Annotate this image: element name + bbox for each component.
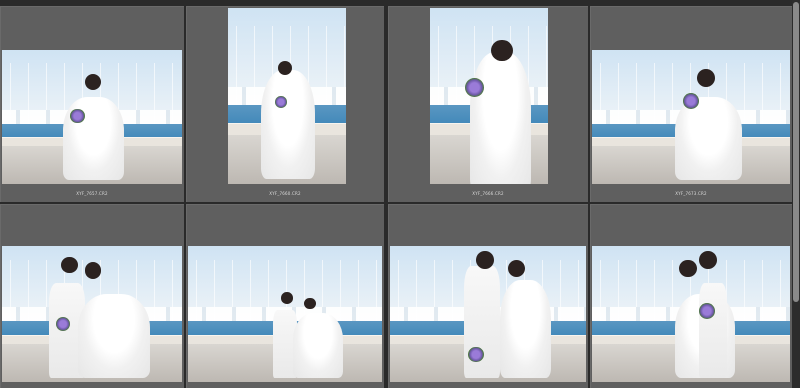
thumbnail-filename: XYF_7666.CR2 (472, 191, 504, 196)
vertical-scrollbar[interactable] (792, 0, 800, 388)
thumbnail-image[interactable] (430, 8, 548, 184)
thumbnail-image[interactable] (2, 50, 182, 184)
thumbnail-cell[interactable] (0, 204, 184, 388)
thumbnail-cell[interactable] (186, 204, 384, 388)
scrollbar-thumb[interactable] (793, 2, 799, 302)
thumbnail-image[interactable] (2, 246, 182, 382)
thumbnail-cell[interactable]: XYF_7660.CR2 (186, 6, 384, 202)
thumbnail-image[interactable] (592, 246, 790, 382)
thumbnail-filename: XYF_7657.CR2 (76, 191, 108, 196)
thumbnail-grid: XYF_7657.CR2 XYF_7660.CR2 XYF_7666.CR2 X… (0, 0, 792, 388)
thumbnail-image[interactable] (228, 8, 346, 184)
thumbnail-filename: XYF_7660.CR2 (269, 191, 301, 196)
thumbnail-cell[interactable]: XYF_7657.CR2 (0, 6, 184, 202)
thumbnail-cell[interactable] (388, 204, 588, 388)
thumbnail-cell[interactable] (590, 204, 792, 388)
thumbnail-filename: XYF_7673.CR2 (675, 191, 707, 196)
thumbnail-image[interactable] (592, 50, 790, 184)
thumbnail-image[interactable] (390, 246, 586, 382)
thumbnail-image[interactable] (188, 246, 382, 382)
thumbnail-cell[interactable]: XYF_7673.CR2 (590, 6, 792, 202)
thumbnail-cell[interactable]: XYF_7666.CR2 (388, 6, 588, 202)
